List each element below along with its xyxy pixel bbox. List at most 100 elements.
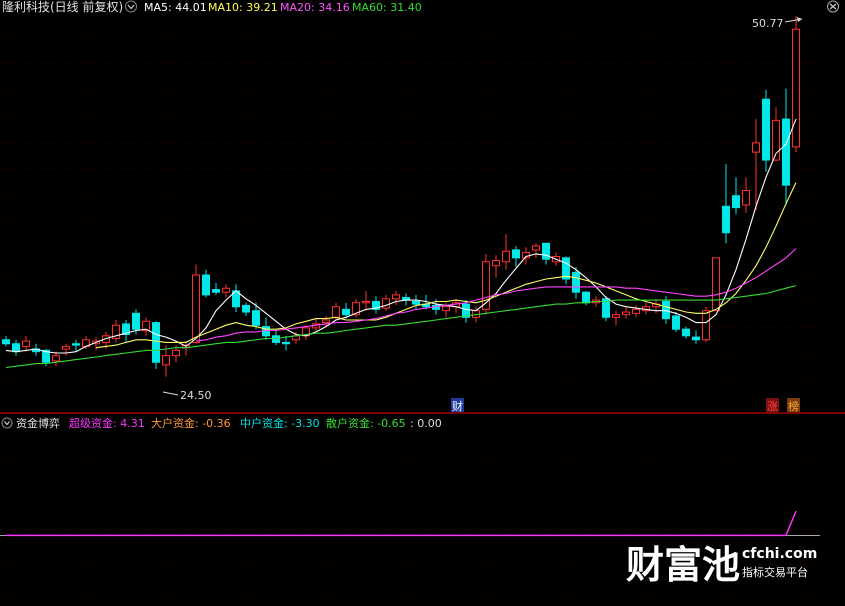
chevron-down-icon[interactable]: [125, 0, 137, 13]
candle-body: [52, 355, 60, 362]
candle-body: [272, 335, 280, 343]
candlestick: [202, 269, 210, 298]
subchart-title: 资金博弈: [16, 416, 60, 430]
candle-body: [672, 315, 680, 330]
candle-body: [542, 242, 550, 260]
candlestick: [712, 257, 720, 312]
main-header: 隆利科技(日线 前复权) MA5: 44.01 MA10: 39.21 MA20…: [2, 0, 839, 14]
stock-title: 隆利科技(日线 前复权): [2, 0, 123, 14]
candle-body: [242, 304, 250, 313]
candle-body: [62, 345, 70, 350]
candle-body: [362, 300, 370, 304]
candlestick: [512, 245, 520, 268]
candlestick: [222, 284, 230, 298]
candle-body: [22, 340, 30, 347]
super-fund-label: 超级资金: 4.31: [69, 416, 145, 430]
candle-body: [332, 306, 340, 318]
candle-body: [132, 312, 140, 330]
candlestick: [272, 329, 280, 346]
candle-body: [692, 336, 700, 341]
candlestick: [232, 284, 240, 313]
mid-fund-label: 中户资金: -3.30: [240, 416, 320, 430]
candle-body: [192, 274, 200, 343]
limit-up-marker-text: 涨: [767, 400, 778, 413]
ranking-marker[interactable]: 榜: [787, 398, 800, 413]
candlestick: [412, 294, 420, 310]
candle-body: [572, 271, 580, 293]
candle-body: [512, 249, 520, 259]
candlestick: [492, 255, 500, 278]
finance-marker[interactable]: 财: [451, 398, 464, 413]
candle-body: [162, 355, 170, 366]
candlestick: [122, 319, 130, 343]
candle-body: [322, 319, 330, 324]
big-fund-label: 大户资金: -0.36: [151, 416, 231, 430]
candlestick: [722, 164, 730, 244]
candlestick: [732, 177, 740, 215]
candlestick: [752, 119, 760, 211]
candlestick: [2, 335, 10, 347]
candlestick: [602, 296, 610, 322]
low-price-label: 24.50: [180, 389, 212, 402]
candle-body: [502, 250, 510, 263]
candlestick: [112, 319, 120, 343]
candle-body: [212, 289, 220, 293]
candle-body: [282, 341, 290, 345]
candle-body: [442, 306, 450, 312]
zero-line-label: : 0.00: [410, 417, 442, 430]
candlestick: [762, 90, 770, 172]
candle-body: [792, 28, 800, 148]
ma60-indicator: MA60: 31.40: [352, 1, 422, 14]
fund-series-line: [6, 510, 797, 537]
high-arrow-head: [797, 17, 802, 22]
watermark-brand: 财富池: [626, 543, 740, 587]
candle-body: [202, 274, 210, 296]
candlestick: [382, 294, 390, 311]
candlestick: [372, 296, 380, 314]
candlestick: [622, 306, 630, 319]
candlestick: [52, 351, 60, 367]
candlestick: [82, 335, 90, 350]
candlestick: [562, 256, 570, 285]
candle-body: [732, 195, 740, 209]
candlestick: [22, 335, 30, 352]
candle-body: [752, 142, 760, 153]
candlestick: [62, 343, 70, 356]
candle-body: [152, 322, 160, 363]
candlestick: [192, 264, 200, 344]
candle-body: [412, 300, 420, 305]
candlestick: [502, 234, 510, 270]
candle-body: [782, 118, 790, 186]
candlestick: [742, 177, 750, 213]
candle-body: [72, 343, 80, 346]
candlestick: [242, 302, 250, 316]
stock-chart-canvas: 隆利科技(日线 前复权) MA5: 44.01 MA10: 39.21 MA20…: [0, 0, 845, 599]
finance-marker-text: 财: [452, 399, 463, 413]
candlestick: [532, 243, 540, 258]
candlestick: [152, 321, 160, 369]
close-icon[interactable]: [827, 0, 839, 13]
candle-body: [612, 314, 620, 318]
ma10-indicator: MA10: 39.21: [208, 1, 278, 14]
candlestick: [542, 242, 550, 265]
candle-body: [2, 339, 10, 345]
candle-body: [172, 349, 180, 357]
candlestick: [482, 253, 490, 315]
candle-body: [722, 205, 730, 234]
ma5-indicator: MA5: 44.01: [144, 1, 207, 14]
candle-body: [252, 310, 260, 326]
limit-up-marker[interactable]: 涨: [766, 398, 779, 413]
ma10-line: [95, 182, 797, 349]
candle-body: [342, 308, 350, 316]
candle-body: [662, 300, 670, 320]
candle-body: [392, 294, 400, 300]
fund-flow-lines: [0, 510, 820, 537]
chevron-down-icon[interactable]: [1, 417, 13, 429]
candlestick: [402, 293, 410, 306]
candlestick-series: [2, 16, 800, 377]
watermark-slogan: 指标交易平台: [742, 565, 808, 579]
candle-body: [222, 287, 230, 293]
retail-fund-label: 散户资金: -0.65: [326, 416, 406, 430]
candlestick: [672, 312, 680, 332]
candle-body: [532, 245, 540, 251]
